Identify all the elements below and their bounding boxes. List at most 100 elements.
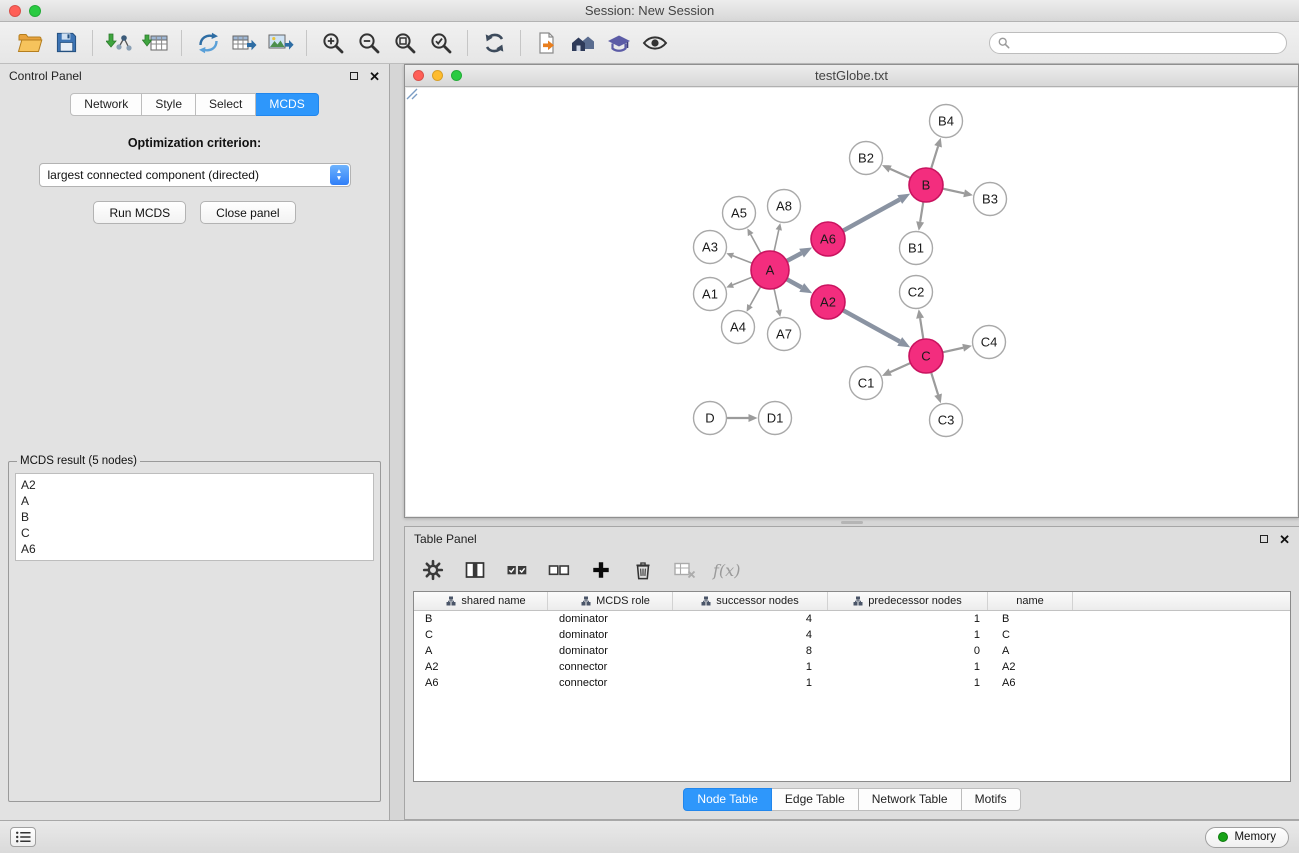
network-zoom-icon[interactable] [451, 70, 462, 81]
column-type-icon [446, 596, 456, 606]
table-cell: C [414, 629, 548, 641]
tab-style[interactable]: Style [142, 93, 196, 116]
network-canvas[interactable]: B4B2BB3A5A8A6A3B1AC2A1A2A4A7C4CC1C3DD1 [406, 88, 1297, 516]
table-row[interactable]: Cdominator41C [414, 627, 1290, 643]
table-panel-header: Table Panel ✕ [405, 527, 1299, 551]
mcds-result-item[interactable]: B [21, 509, 368, 525]
status-bar: Memory [0, 820, 1299, 853]
tab-select[interactable]: Select [196, 93, 256, 116]
open-getting-started-icon[interactable] [529, 27, 565, 59]
import-table-from-file-icon[interactable] [137, 27, 173, 59]
network-close-icon[interactable] [413, 70, 424, 81]
table-row[interactable]: A2connector11A2 [414, 659, 1290, 675]
memory-button[interactable]: Memory [1205, 827, 1289, 848]
table-toolbar: f(x) [405, 551, 1299, 589]
search-input[interactable] [1015, 36, 1278, 50]
mcds-result-item[interactable]: A6 [21, 541, 368, 557]
cytoscape-academy-icon[interactable] [601, 27, 637, 59]
zoom-out-icon[interactable] [351, 27, 387, 59]
select-all-rows-icon[interactable] [503, 556, 531, 584]
close-panel-button[interactable]: Close panel [200, 201, 295, 224]
mcds-result-list[interactable]: A2ABCA6 [15, 473, 374, 561]
tab-network[interactable]: Network [70, 93, 142, 116]
task-history-button[interactable] [10, 827, 36, 847]
control-panel: Control Panel ✕ Network Style Select MCD… [0, 64, 390, 820]
column-header-mcds-role[interactable]: MCDS role [548, 592, 673, 610]
table-panel-title: Table Panel [414, 532, 477, 546]
resize-handle-icon[interactable] [406, 88, 1297, 516]
table-header-row: shared name MCDS role successor nodes [414, 592, 1290, 611]
table-cell: A2 [414, 661, 548, 673]
table-row[interactable]: A6connector11A6 [414, 675, 1290, 691]
add-row-icon[interactable] [587, 556, 615, 584]
column-type-icon [581, 596, 591, 606]
mcds-result-title: MCDS result (5 nodes) [17, 455, 140, 467]
tab-node-table[interactable]: Node Table [683, 788, 772, 811]
table-cell: 1 [673, 677, 828, 689]
table-cell: 1 [828, 629, 988, 641]
function-builder-icon[interactable]: f(x) [713, 556, 740, 584]
table-settings-gear-icon[interactable] [419, 556, 447, 584]
close-panel-icon[interactable]: ✕ [369, 70, 380, 83]
export-image-icon[interactable] [262, 27, 298, 59]
run-mcds-button[interactable]: Run MCDS [93, 201, 186, 224]
close-table-panel-icon[interactable]: ✕ [1279, 533, 1290, 546]
table-cell: B [988, 613, 1073, 625]
table-row[interactable]: Bdominator41B [414, 611, 1290, 627]
control-panel-spacer [0, 224, 389, 455]
delete-rows-trash-icon[interactable] [629, 556, 657, 584]
window-titlebar: Session: New Session [0, 0, 1299, 22]
table-cell: 8 [673, 645, 828, 657]
delete-table-icon[interactable] [671, 556, 699, 584]
control-panel-title: Control Panel [9, 69, 82, 83]
column-label: name [1016, 595, 1044, 607]
column-header-predecessor-nodes[interactable]: predecessor nodes [828, 592, 988, 610]
float-panel-icon[interactable] [350, 72, 358, 80]
network-minimize-icon[interactable] [432, 70, 443, 81]
search-field[interactable] [989, 32, 1287, 54]
toolbar-separator [520, 30, 521, 56]
traffic-lights [9, 5, 41, 17]
column-header-name[interactable]: name [988, 592, 1073, 610]
column-header-successor-nodes[interactable]: successor nodes [673, 592, 828, 610]
tab-motifs[interactable]: Motifs [962, 788, 1021, 811]
show-columns-icon[interactable] [461, 556, 489, 584]
mcds-result-item[interactable]: A [21, 493, 368, 509]
toolbar-separator [92, 30, 93, 56]
mcds-result-item[interactable]: C [21, 525, 368, 541]
column-type-icon [853, 596, 863, 606]
export-network-icon[interactable] [226, 27, 262, 59]
column-label: successor nodes [716, 595, 799, 607]
close-window-icon[interactable] [9, 5, 21, 17]
network-window-title: testGlobe.txt [405, 68, 1298, 83]
control-panel-tabs: Network Style Select MCDS [0, 93, 389, 116]
toolbar-separator [181, 30, 182, 56]
column-header-shared-name[interactable]: shared name [414, 592, 548, 610]
mcds-result-fieldset: MCDS result (5 nodes) A2ABCA6 [8, 455, 381, 802]
zoom-selected-icon[interactable] [423, 27, 459, 59]
table-row[interactable]: Adominator80A [414, 643, 1290, 659]
optimization-criterion-label: Optimization criterion: [0, 136, 389, 150]
zoom-fit-content-icon[interactable] [387, 27, 423, 59]
table-cell: 1 [673, 661, 828, 673]
new-network-icon[interactable] [190, 27, 226, 59]
deselect-all-rows-icon[interactable] [545, 556, 573, 584]
zoom-window-icon[interactable] [29, 5, 41, 17]
show-graphics-details-icon[interactable] [637, 27, 673, 59]
import-network-from-file-icon[interactable] [101, 27, 137, 59]
tab-edge-table[interactable]: Edge Table [772, 788, 859, 811]
cytoscape-home-icon[interactable] [565, 27, 601, 59]
table-cell: 1 [828, 677, 988, 689]
zoom-in-icon[interactable] [315, 27, 351, 59]
tab-network-table[interactable]: Network Table [859, 788, 962, 811]
float-table-panel-icon[interactable] [1260, 535, 1268, 543]
save-session-icon[interactable] [48, 27, 84, 59]
tab-mcds[interactable]: MCDS [256, 93, 318, 116]
horizontal-splitter[interactable] [404, 518, 1299, 526]
criterion-dropdown[interactable]: largest connected component (directed) ▲… [39, 163, 351, 187]
apply-preferred-layout-icon[interactable] [476, 27, 512, 59]
mcds-result-item[interactable]: A2 [21, 477, 368, 493]
table-cell: 4 [673, 629, 828, 641]
network-view-window: testGlobe.txt B4B2BB3A5A8A6A3B1AC2A1A2A4… [404, 64, 1299, 518]
open-session-icon[interactable] [12, 27, 48, 59]
